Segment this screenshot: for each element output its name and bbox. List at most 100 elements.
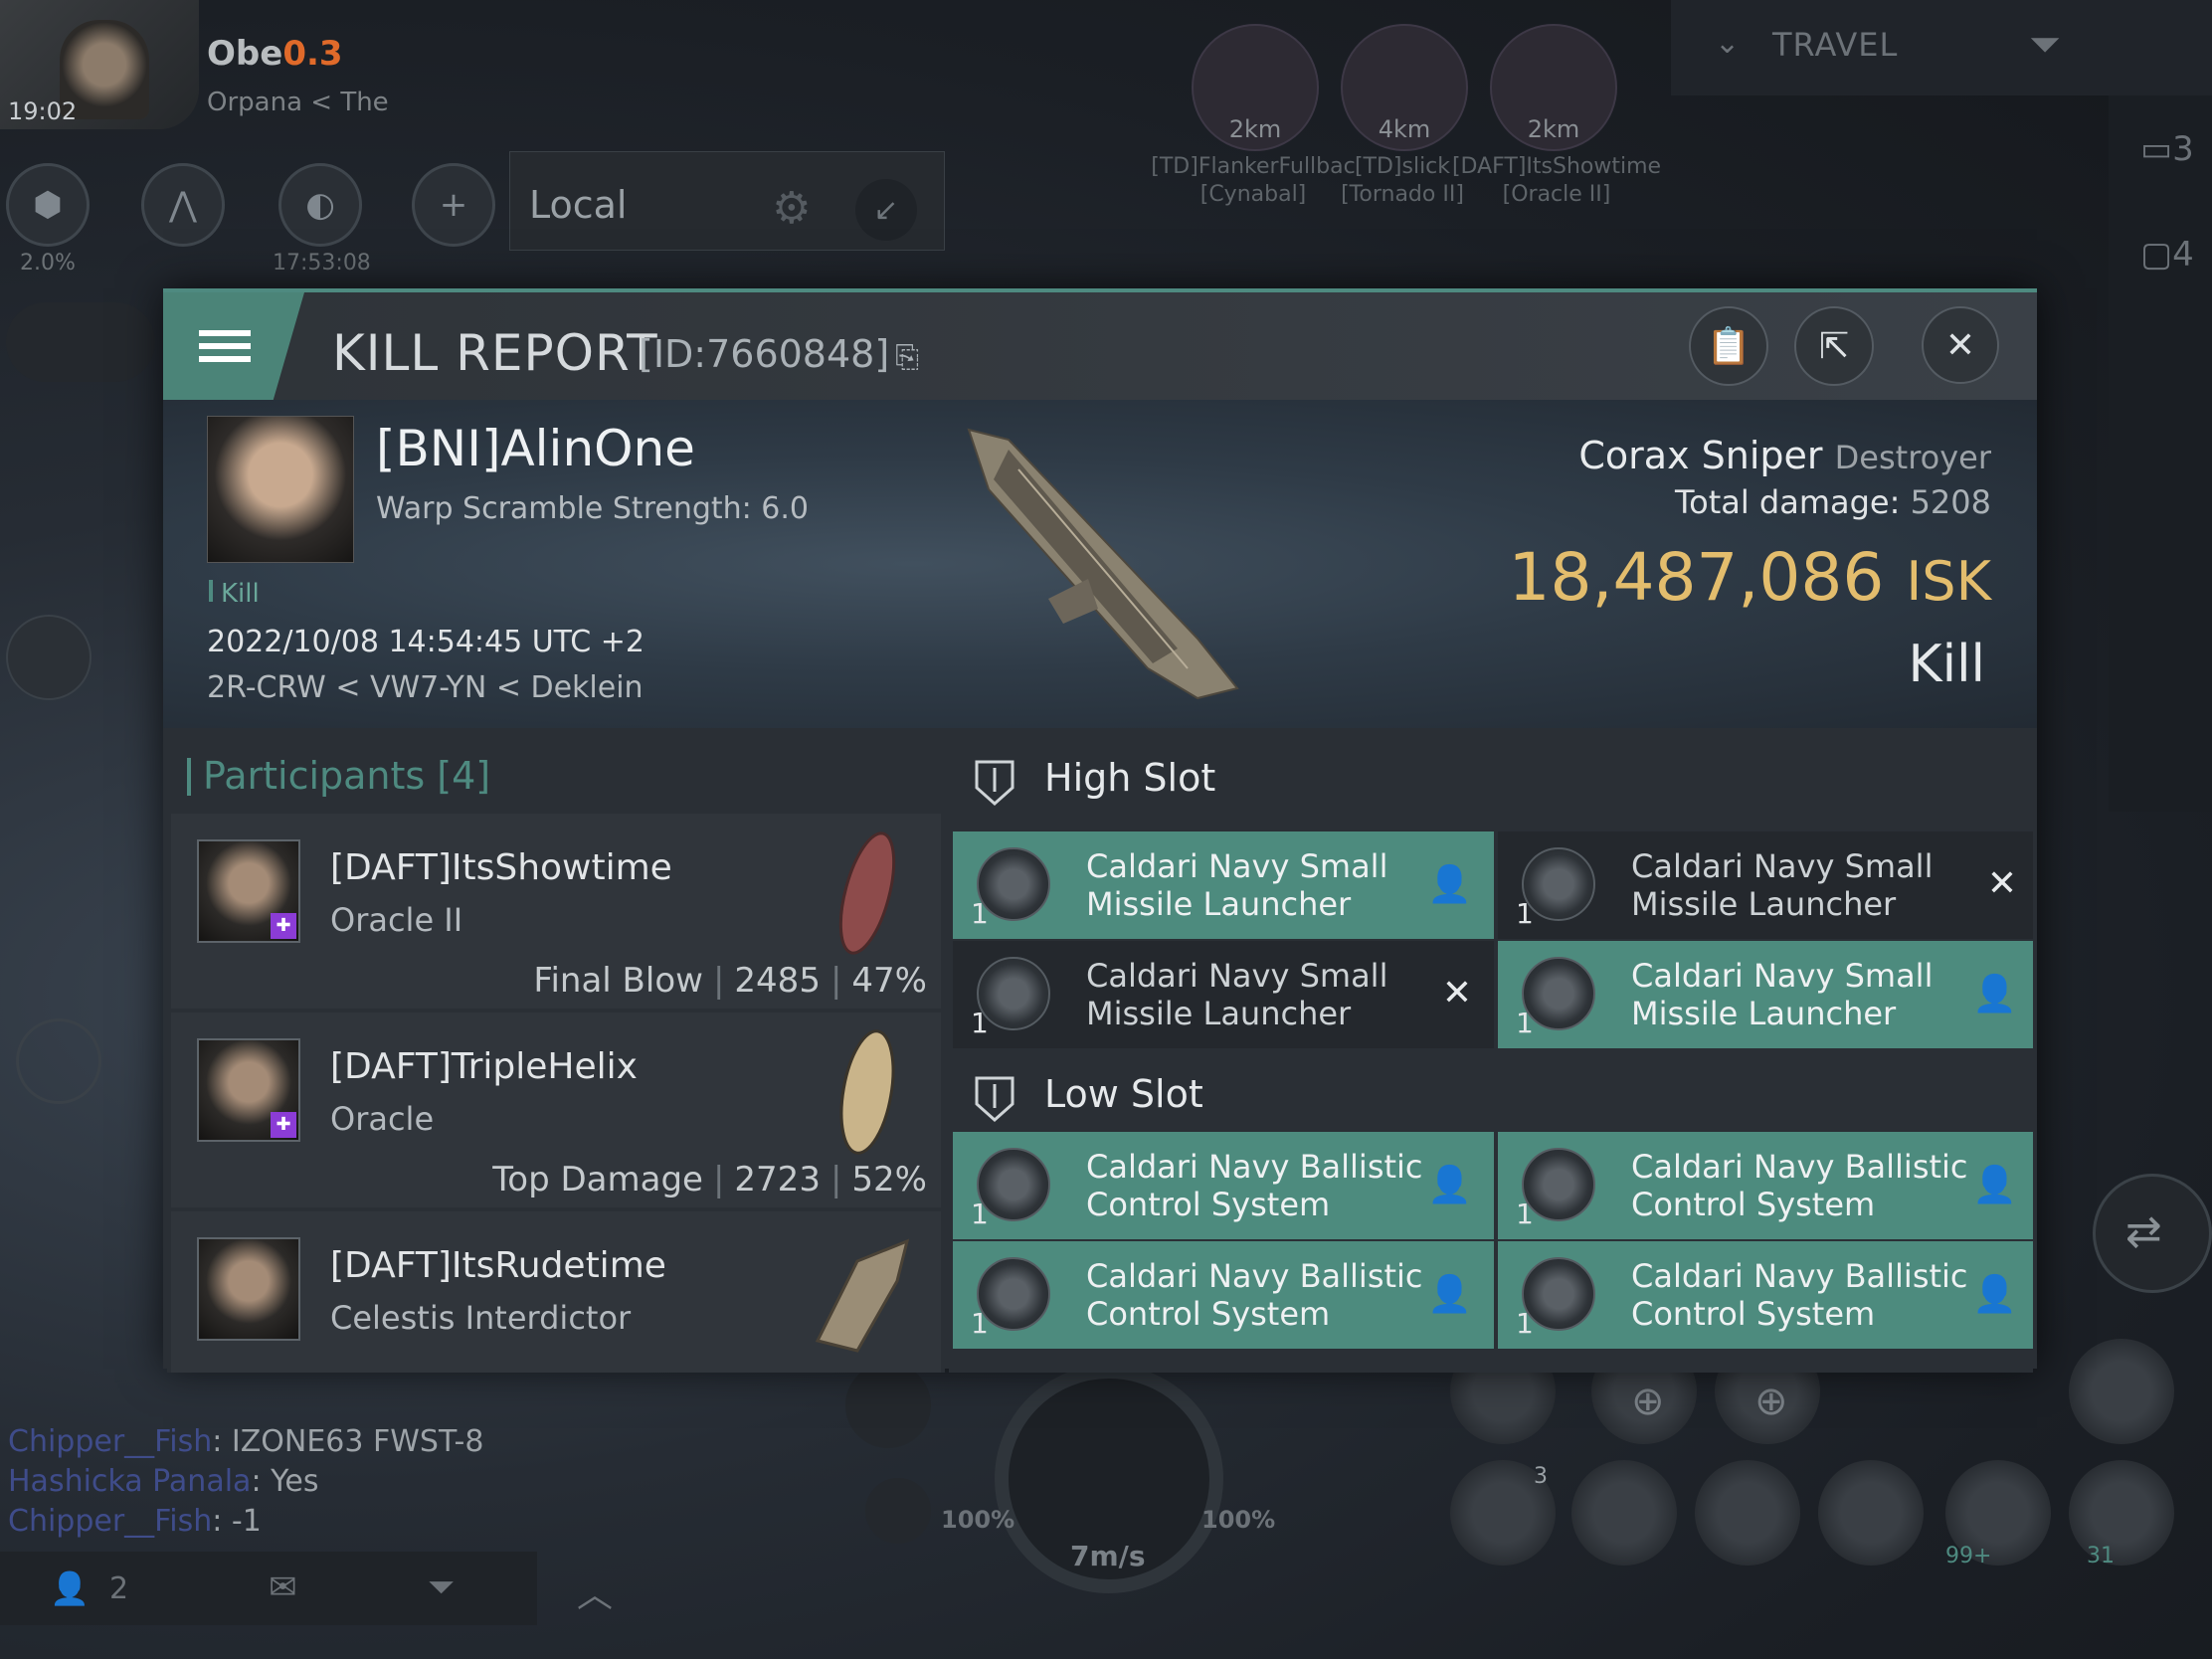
item-dropped[interactable]: 1 Caldari Navy Ballistic Control System 👤 <box>1498 1241 2033 1349</box>
cargo-button[interactable]: ⬢ <box>6 163 90 247</box>
add-button[interactable]: + <box>412 163 495 247</box>
pilot-name: Obe0.3 <box>207 34 343 74</box>
notification-icon[interactable]: ▭3 <box>2140 129 2194 169</box>
victim-portrait[interactable] <box>207 416 354 563</box>
item-name: Caldari Navy Ballistic Control System <box>1086 1148 1423 1223</box>
victim-ship-image[interactable] <box>949 410 1267 708</box>
kill-tag-text: Kill <box>221 579 260 609</box>
chevron-down-icon[interactable]: ⌄ <box>1715 26 1740 61</box>
kill-report-id[interactable]: [ID:7660848] ⎘ <box>639 332 919 376</box>
scan-button[interactable]: ⋀ <box>141 163 225 247</box>
fleet-button[interactable] <box>6 615 92 700</box>
target-3-label: [DAFT]ItsShowtime [Oracle II] <box>1442 153 1671 209</box>
dropped-person-icon: 👤 <box>1972 974 2017 1014</box>
clipboard-button[interactable]: 📋 <box>1689 306 1768 386</box>
participant-row[interactable]: ✚ [DAFT]ItsShowtime Oracle II Final Blow… <box>171 814 941 1009</box>
participant-ship: Oracle II <box>330 901 463 939</box>
module-slot[interactable] <box>1818 1460 1924 1566</box>
autopilot-controls[interactable] <box>6 302 155 382</box>
isk-unit: ISK <box>1906 550 1991 613</box>
kill-location[interactable]: 2R-CRW < VW7-YN < Deklein <box>207 670 644 705</box>
collapse-icon[interactable]: ↙ <box>855 179 917 241</box>
gear-icon[interactable]: ⚙ <box>772 183 811 234</box>
kill-report-title: KILL REPORT <box>332 324 658 382</box>
window-icon[interactable]: ▢4 <box>2140 235 2194 275</box>
swap-button[interactable]: ⇄ <box>2093 1174 2212 1293</box>
participant-damage: 2485 <box>734 961 821 1001</box>
chat-sender[interactable]: Chipper__Fish <box>8 1504 212 1539</box>
item-dropped[interactable]: 1 Caldari Navy Small Missile Launcher 👤 <box>1498 941 2033 1048</box>
destroyed-x-icon: ✕ <box>1986 863 2017 904</box>
item-name-line1: Caldari Navy Small <box>1086 847 1388 885</box>
chat-message: : IZONE63 FWST-8 <box>212 1424 484 1459</box>
dropped-person-icon: 👤 <box>1427 1274 1472 1315</box>
isk-amount: 18,487,086 <box>1508 539 1885 616</box>
overview-target-3[interactable]: 2km <box>1490 24 1617 151</box>
module-slot[interactable]: 31 <box>2069 1460 2174 1568</box>
mid-slot-header <box>949 1355 2033 1373</box>
swap-icon: ⇄ <box>2125 1206 2162 1257</box>
high-slot-icon <box>975 760 1014 807</box>
item-destroyed[interactable]: 1 Caldari Navy Small Missile Launcher ✕ <box>953 941 1494 1048</box>
module-badge: 99+ <box>1945 1544 1992 1568</box>
item-dropped[interactable]: 1 Caldari Navy Small Missile Launcher 👤 <box>953 831 1494 939</box>
people-icon[interactable]: 👤 <box>50 1569 90 1607</box>
right-panel <box>2109 95 2212 812</box>
item-dropped[interactable]: 1 Caldari Navy Ballistic Control System 👤 <box>953 1241 1494 1349</box>
low-slot-icon <box>975 1076 1014 1123</box>
plus-icon: + <box>439 185 468 225</box>
participant-stats: Top Damage | 2723 | 52% <box>492 1160 927 1199</box>
module-slot[interactable] <box>1571 1460 1677 1566</box>
item-destroyed[interactable]: 1 Caldari Navy Small Missile Launcher ✕ <box>1498 831 2033 939</box>
item-qty: 1 <box>971 897 989 930</box>
participants-title: Participants [4] <box>186 754 491 798</box>
module-slot[interactable]: 99+ <box>1945 1460 2051 1568</box>
participant-row[interactable]: [DAFT]ItsRudetime Celestis Interdictor <box>171 1211 941 1373</box>
shield-percent: 100% <box>941 1506 1015 1534</box>
participant-name: [DAFT]ItsRudetime <box>330 1245 666 1286</box>
participant-portrait: ✚ <box>197 839 300 943</box>
item-name: Caldari Navy Ballistic Control System <box>1631 1148 1968 1223</box>
item-name-line1: Caldari Navy Ballistic <box>1631 1257 1968 1295</box>
notification-count: 3 <box>2172 129 2194 169</box>
overview-target-1[interactable]: 2km <box>1192 24 1319 151</box>
chat-sender[interactable]: Hashicka Panala <box>8 1464 251 1499</box>
close-button[interactable]: ✕ <box>1922 306 1999 384</box>
participant-tag: Final Blow <box>533 961 703 1001</box>
chevron-up-icon[interactable]: ︿ <box>577 1566 613 1617</box>
travel-bar[interactable] <box>1671 0 2212 95</box>
filter-icon[interactable]: ⏷ <box>2029 22 2061 68</box>
item-name-line2: Missile Launcher <box>1086 995 1352 1032</box>
destroyed-x-icon: ✕ <box>1441 973 1472 1014</box>
fleet-badge-icon: ✚ <box>271 1112 296 1138</box>
participants-header[interactable]: Participants [4] <box>167 734 945 814</box>
module-slot[interactable] <box>2069 1339 2174 1444</box>
warp-button[interactable] <box>845 1363 931 1448</box>
victim-name[interactable]: [BNI]AlinOne <box>376 420 695 477</box>
copy-icon[interactable]: ⎘ <box>895 340 919 375</box>
item-dropped[interactable]: 1 Caldari Navy Ballistic Control System 👤 <box>1498 1132 2033 1239</box>
module-slot[interactable] <box>1695 1460 1800 1566</box>
chat-sender[interactable]: Chipper__Fish <box>8 1424 212 1459</box>
item-qty: 1 <box>971 1007 989 1039</box>
kill-tag-bar <box>209 580 213 602</box>
ship-name[interactable]: Corax Sniper Destroyer <box>1578 434 1991 477</box>
menu-button[interactable] <box>163 292 304 400</box>
module-slot[interactable]: 3 <box>1450 1460 1556 1566</box>
compass-button[interactable] <box>16 1018 101 1104</box>
item-qty: 1 <box>1516 1307 1534 1340</box>
item-name-line2: Control System <box>1631 1295 1876 1333</box>
filter-icon[interactable]: ⏷ <box>428 1567 455 1607</box>
mail-icon[interactable]: ✉ <box>269 1567 297 1607</box>
item-name-line1: Caldari Navy Small <box>1086 957 1388 995</box>
total-damage-label: Total damage: <box>1675 483 1901 521</box>
item-dropped[interactable]: 1 Caldari Navy Ballistic Control System 👤 <box>953 1132 1494 1239</box>
session-time: 17:53:08 <box>273 251 371 276</box>
local-title: Local <box>529 183 628 227</box>
participant-name: [DAFT]ItsShowtime <box>330 847 672 888</box>
overview-target-2[interactable]: 4km <box>1341 24 1468 151</box>
participant-row[interactable]: ✚ [DAFT]TripleHelix Oracle Top Damage | 27… <box>171 1013 941 1207</box>
camera-button[interactable] <box>865 1478 931 1544</box>
share-button[interactable]: ⇱ <box>1794 306 1874 386</box>
planet-button[interactable]: ◐ <box>278 163 362 247</box>
